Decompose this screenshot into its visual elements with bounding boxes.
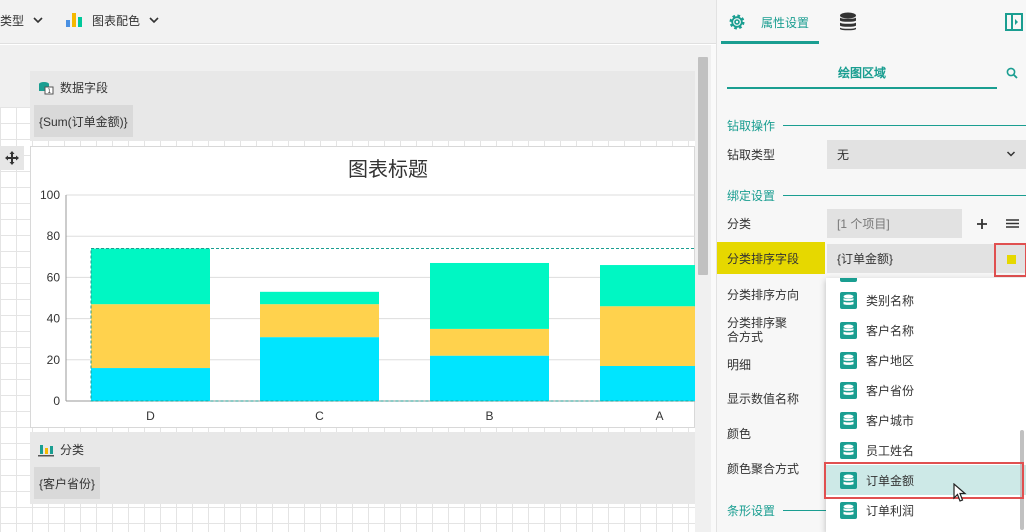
svg-text:1: 1	[47, 88, 51, 95]
dropdown-option-label: 类别名称	[866, 293, 915, 308]
dropdown-option-label: 订单利润	[866, 503, 915, 518]
sort-aggregate-label: 分类排序聚合方式	[727, 316, 788, 344]
dropdown-option[interactable]: 员工姓名	[826, 435, 1026, 465]
menu-button[interactable]	[1001, 209, 1023, 238]
tab-properties[interactable]: 属性设置	[727, 0, 809, 44]
toolbar: 类型 图表配色	[0, 0, 716, 44]
y-tick-label: 40	[47, 312, 61, 326]
data-field-zone[interactable]: 1 数据字段 {Sum(订单金额)}	[30, 71, 695, 141]
dropdown-option-label: 客户名称	[866, 323, 915, 338]
data-field-icon: 1	[39, 81, 54, 95]
dropdown-option-label: 员工姓名	[866, 443, 915, 458]
drill-type-select[interactable]: 无	[827, 140, 1026, 169]
search-icon[interactable]	[1006, 67, 1018, 79]
data-field-tag[interactable]: {Sum(订单金额)}	[34, 105, 133, 137]
dropdown-option-label: 客户省份	[866, 383, 915, 398]
data-field-zone-header: 1 数据字段	[38, 79, 108, 96]
category-value-field[interactable]: [1 个项目]	[827, 209, 962, 238]
detail-label: 明细	[727, 358, 752, 372]
bar-segment	[600, 265, 695, 307]
bar-segment	[91, 368, 210, 401]
chart-title[interactable]: 图表标题	[348, 158, 428, 181]
y-tick-label: 80	[47, 229, 61, 243]
dropdown-option[interactable]: 订单利润	[826, 495, 1026, 525]
gear-icon	[729, 14, 745, 30]
show-value-name-label: 显示数值名称	[727, 392, 800, 406]
x-tick-label: C	[315, 409, 324, 423]
menu-icon	[1005, 219, 1019, 228]
collapse-panel-button[interactable]	[1005, 0, 1023, 44]
chart-type-dropdown[interactable]: 类型	[0, 0, 44, 40]
dropdown-option[interactable]: 客户省份	[826, 375, 1026, 405]
subtab-plot-area[interactable]: 绘图区域	[727, 58, 997, 89]
y-tick-label: 20	[47, 353, 61, 367]
x-tick-label: B	[485, 409, 493, 423]
canvas-scrollbar[interactable]	[695, 45, 711, 532]
x-tick-label: A	[655, 409, 663, 423]
bar-segment	[260, 337, 379, 401]
chevron-down-icon	[33, 17, 43, 24]
x-tick-label: D	[146, 409, 155, 423]
dropdown-option[interactable]: 客户名称	[826, 315, 1026, 345]
bar-segment	[430, 355, 549, 401]
panel-collapse-icon	[1005, 13, 1023, 31]
sort-direction-label: 分类排序方向	[727, 288, 800, 302]
database-icon	[840, 501, 857, 519]
selected-item-outline	[824, 462, 1024, 499]
database-icon	[840, 381, 857, 399]
sort-field-label: 分类排序字段	[717, 242, 825, 274]
dropdown-option[interactable]: 客户地区	[826, 345, 1026, 375]
tab-data[interactable]	[839, 0, 857, 44]
category-zone[interactable]: 分类 {客户省份}	[30, 432, 695, 504]
dropdown-option-label: 客户城市	[866, 413, 915, 428]
category-tag[interactable]: {客户省份}	[34, 467, 101, 499]
database-icon	[840, 12, 856, 31]
color-aggregate-label: 颜色聚合方式	[727, 462, 800, 476]
color-label: 颜色	[727, 427, 752, 441]
database-icon	[840, 441, 857, 459]
dropdown-option[interactable]: 客户城市	[826, 405, 1026, 435]
design-canvas: 1 数据字段 {Sum(订单金额)} 分类 {客户省份} 0 20 40 60 80 1	[0, 45, 695, 532]
scrollbar-thumb[interactable]	[698, 57, 708, 275]
database-icon	[840, 351, 857, 369]
section-binding: 绑定设置	[727, 187, 1026, 204]
move-handle[interactable]	[0, 146, 24, 170]
category-icon	[38, 444, 54, 456]
dropdown-option[interactable]: 类别名称	[826, 285, 1026, 315]
active-tab-indicator	[721, 41, 819, 44]
database-icon	[840, 291, 857, 309]
y-tick-label: 60	[47, 270, 61, 284]
category-zone-header: 分类	[38, 441, 84, 458]
dropdown-option-label: 客户地区	[866, 353, 915, 368]
y-tick-label: 100	[40, 188, 60, 202]
stacked-bar-chart[interactable]: 0 20 40 60 80 100 D C B A 图表标题	[31, 147, 695, 429]
y-tick-label: 0	[53, 394, 60, 408]
palette-icon	[66, 13, 82, 27]
chevron-down-icon	[149, 17, 159, 24]
chart-palette-label: 图表配色	[92, 13, 141, 28]
database-icon	[840, 321, 857, 339]
bar-segment	[260, 304, 379, 338]
mouse-cursor-icon	[953, 483, 967, 502]
drill-type-label: 钻取类型	[727, 148, 776, 162]
bar-segment	[600, 365, 695, 401]
chart-palette-dropdown[interactable]: 图表配色	[66, 0, 160, 40]
chart-container[interactable]: 0 20 40 60 80 100 D C B A 图表标题	[30, 146, 695, 428]
bar-segment	[430, 262, 549, 329]
add-button[interactable]	[972, 209, 992, 238]
plus-icon	[977, 218, 987, 229]
section-drill: 钻取操作	[727, 117, 1026, 134]
bar-segment	[600, 306, 695, 366]
bar-segment	[430, 328, 549, 356]
bar-segment	[260, 291, 379, 305]
bar-segment	[91, 248, 210, 305]
chart-type-label: 类型	[0, 13, 25, 28]
color-swatch[interactable]	[1007, 255, 1016, 264]
chevron-down-icon	[1006, 151, 1016, 157]
database-icon	[840, 278, 857, 282]
move-icon	[5, 151, 19, 165]
bar-segment	[91, 304, 210, 369]
category-label: 分类	[727, 217, 752, 231]
database-icon	[840, 411, 857, 429]
